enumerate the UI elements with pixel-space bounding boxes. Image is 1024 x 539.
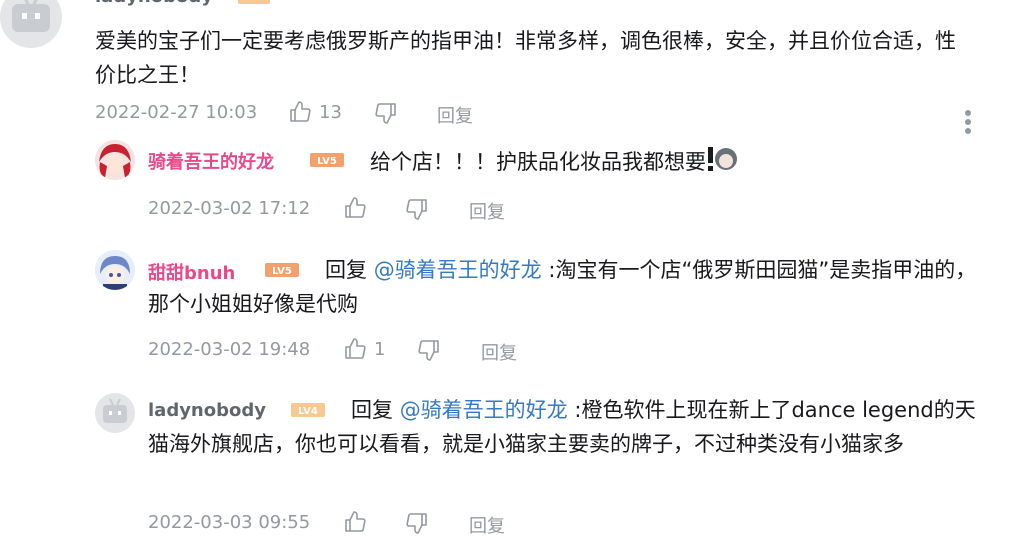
like-icon[interactable] — [343, 337, 367, 361]
main-reply-button[interactable]: 回复 — [437, 102, 473, 128]
avatar-reply-3[interactable] — [95, 393, 135, 433]
avatar-reply-1[interactable] — [95, 140, 135, 180]
reply-3-reply-button[interactable]: 回复 — [469, 512, 505, 538]
avatar-reply-2[interactable] — [95, 250, 135, 290]
emoji-icon — [708, 147, 737, 171]
reply-1-reply-button[interactable]: 回复 — [469, 198, 505, 224]
emoji-sticker — [706, 143, 738, 183]
reply-1-username[interactable]: 骑着吾王的好龙 — [148, 148, 274, 174]
reply-2-reply-button[interactable]: 回复 — [481, 339, 517, 365]
reply-3-timestamp: 2022-03-03 09:55 — [148, 512, 311, 533]
level-badge-main — [238, 0, 270, 4]
dislike-icon[interactable] — [405, 511, 429, 535]
main-timestamp: 2022-02-27 10:03 — [95, 102, 258, 123]
reply-2-like-count: 1 — [374, 339, 386, 360]
tv-avatar-icon — [103, 398, 127, 423]
avatar-main[interactable] — [0, 0, 62, 48]
reply-3-mention[interactable]: @骑着吾王的好龙 — [400, 398, 568, 422]
anime-avatar-icon — [95, 140, 135, 180]
reply-2-body: :淘宝有一个店“俄罗斯田园猫”是卖指甲油的，那个小姐姐好像是代购 — [148, 258, 977, 316]
dislike-icon[interactable] — [405, 197, 429, 221]
dislike-icon[interactable] — [417, 338, 441, 362]
like-icon[interactable] — [288, 100, 312, 124]
reply-3-text: 回复 @骑着吾王的好龙 :橙色软件上现在新上了dance legend的天猫海外… — [148, 393, 983, 461]
reply-2-mention[interactable]: @骑着吾王的好龙 — [374, 258, 542, 282]
more-vertical-icon[interactable] — [960, 108, 976, 138]
reply-1-body: 给个店！！！护肤品化妆品我都想要 — [370, 150, 706, 174]
like-icon[interactable] — [343, 510, 367, 534]
svg-text:LV5: LV5 — [317, 156, 337, 167]
tv-avatar-icon — [12, 0, 50, 32]
main-username[interactable]: ladynobody — [95, 0, 213, 7]
reply-2-text: 回复 @骑着吾王的好龙 :淘宝有一个店“俄罗斯田园猫”是卖指甲油的，那个小姐姐好… — [148, 253, 983, 321]
dislike-icon[interactable] — [374, 101, 398, 125]
reply-2-timestamp: 2022-03-02 19:48 — [148, 339, 311, 360]
main-comment-text: 爱美的宝子们一定要考虑俄罗斯产的指甲油！非常多样，调色很棒，安全，并且价位合适，… — [95, 29, 956, 87]
main-like-count: 13 — [319, 102, 342, 123]
reply-2-reply-prefix: 回复 — [325, 258, 367, 282]
level-badge-lv5: LV5 — [310, 153, 344, 167]
like-icon[interactable] — [343, 196, 367, 220]
reply-3-reply-prefix: 回复 — [351, 398, 393, 422]
reply-1-text: 给个店！！！护肤品化妆品我都想要 — [370, 143, 970, 183]
anime-avatar-icon — [95, 250, 135, 290]
reply-1-timestamp: 2022-03-02 17:12 — [148, 198, 311, 219]
